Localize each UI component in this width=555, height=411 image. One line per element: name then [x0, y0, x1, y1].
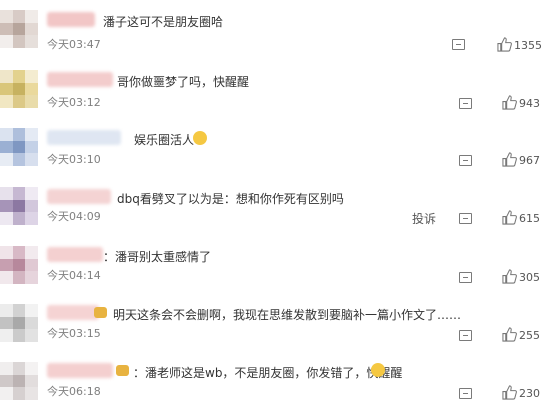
- comment-text: 娱乐圈活人: [134, 133, 195, 147]
- fan-badge-icon: [94, 307, 107, 318]
- reply-icon[interactable]: [459, 272, 472, 283]
- comment-row: 明天这条会不会删啊，我现在思维发散到要脑补一篇小作文了…… 今天03:15 25…: [0, 295, 555, 353]
- like-icon[interactable]: [502, 269, 517, 284]
- like-count: 615: [519, 212, 540, 225]
- avatar[interactable]: [0, 10, 38, 48]
- like-count: 305: [519, 271, 540, 284]
- like-count: 1355: [514, 39, 542, 52]
- reply-icon[interactable]: [459, 213, 472, 224]
- like-count: 943: [519, 97, 540, 110]
- like-icon[interactable]: [502, 152, 517, 167]
- comment-text: 潘子这可不是朋友圈哈: [103, 15, 224, 29]
- fan-badge-icon: [116, 365, 129, 376]
- emoji-icon: [193, 131, 207, 145]
- username-blurred[interactable]: [47, 12, 95, 27]
- timestamp: 今天06:18: [47, 385, 101, 398]
- like-count: 230: [519, 387, 540, 400]
- like-icon[interactable]: [502, 327, 517, 342]
- reply-icon[interactable]: [459, 98, 472, 109]
- reply-icon[interactable]: [459, 388, 472, 399]
- username-blurred[interactable]: [47, 72, 113, 87]
- timestamp: 今天03:47: [47, 38, 101, 51]
- reply-icon[interactable]: [459, 155, 472, 166]
- avatar[interactable]: [0, 128, 38, 166]
- like-count: 967: [519, 154, 540, 167]
- avatar[interactable]: [0, 246, 38, 284]
- timestamp: 今天03:10: [47, 153, 101, 166]
- comment-row: 哥你做噩梦了吗，快醒醒 今天03:12 943: [0, 62, 555, 120]
- comment-text: ：潘老师这是wb，不是朋友圈，你发错了，快醒醒: [133, 366, 403, 380]
- comment-text: ：潘哥别太重感情了: [103, 250, 212, 264]
- reply-icon[interactable]: [452, 39, 465, 50]
- like-icon[interactable]: [502, 210, 517, 225]
- comment-text: 哥你做噩梦了吗，快醒醒: [117, 75, 250, 89]
- avatar[interactable]: [0, 187, 38, 225]
- avatar[interactable]: [0, 362, 38, 400]
- avatar[interactable]: [0, 70, 38, 108]
- username-blurred[interactable]: [47, 189, 111, 204]
- comment-list: 潘子这可不是朋友圈哈 今天03:47 1355 哥你做噩梦了吗，快醒醒 今天03…: [0, 0, 555, 410]
- comment-row: 娱乐圈活人 今天03:10 967: [0, 120, 555, 178]
- timestamp: 今天03:12: [47, 96, 101, 109]
- timestamp: 今天03:15: [47, 327, 101, 340]
- report-button[interactable]: 投诉: [412, 210, 436, 227]
- like-icon[interactable]: [497, 37, 512, 52]
- timestamp: 今天04:14: [47, 269, 101, 282]
- comment-row: ：潘老师这是wb，不是朋友圈，你发错了，快醒醒 今天06:18 230: [0, 353, 555, 411]
- comment-text: dbq看劈叉了以为是：想和你作死有区别吗: [117, 192, 344, 206]
- like-icon[interactable]: [502, 385, 517, 400]
- username-blurred[interactable]: [47, 130, 121, 145]
- avatar[interactable]: [0, 304, 38, 342]
- emoji-icon: [371, 363, 385, 377]
- like-icon[interactable]: [502, 95, 517, 110]
- reply-icon[interactable]: [459, 330, 472, 341]
- comment-row: ：潘哥别太重感情了 今天04:14 305: [0, 237, 555, 295]
- comment-text: 明天这条会不会删啊，我现在思维发散到要脑补一篇小作文了……: [113, 308, 462, 322]
- timestamp: 今天04:09: [47, 210, 101, 223]
- like-count: 255: [519, 329, 540, 342]
- username-blurred[interactable]: [47, 247, 103, 262]
- comment-row: dbq看劈叉了以为是：想和你作死有区别吗 今天04:09 投诉 615: [0, 179, 555, 237]
- comment-row: 潘子这可不是朋友圈哈 今天03:47 1355: [0, 2, 555, 60]
- username-blurred[interactable]: [47, 363, 113, 378]
- username-blurred[interactable]: [47, 305, 99, 320]
